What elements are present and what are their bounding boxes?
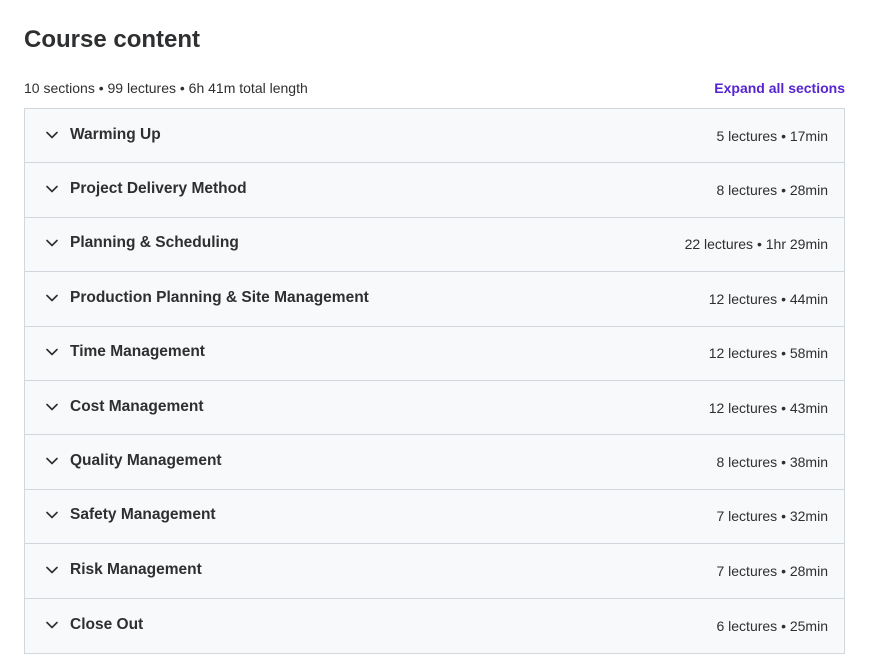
chevron-down-icon bbox=[45, 236, 59, 250]
section-meta: 7 lectures • 28min bbox=[716, 562, 828, 579]
section-row[interactable]: Production Planning & Site Management 12 … bbox=[25, 272, 844, 327]
section-row[interactable]: Risk Management 7 lectures • 28min bbox=[25, 544, 844, 599]
section-row[interactable]: Quality Management 8 lectures • 38min bbox=[25, 435, 844, 490]
section-meta: 5 lectures • 17min bbox=[716, 127, 828, 144]
section-meta: 12 lectures • 58min bbox=[708, 345, 828, 362]
section-title: Cost Management bbox=[70, 397, 204, 415]
course-content-panel: Course content 10 sections • 99 lectures… bbox=[0, 0, 873, 671]
chevron-down-icon bbox=[45, 508, 59, 522]
chevron-down-icon bbox=[45, 454, 59, 468]
section-row[interactable]: Project Delivery Method 8 lectures • 28mi… bbox=[25, 163, 844, 218]
course-summary-bar: 10 sections • 99 lectures • 6h 41m total… bbox=[24, 78, 845, 98]
chevron-down-icon bbox=[45, 345, 59, 359]
section-row[interactable]: Planning & Scheduling 22 lectures • 1hr 2… bbox=[25, 218, 844, 273]
section-title: Safety Management bbox=[70, 506, 216, 524]
chevron-down-icon bbox=[45, 128, 59, 142]
section-meta: 8 lectures • 28min bbox=[716, 182, 828, 199]
section-title: Warming Up bbox=[70, 125, 161, 143]
chevron-down-icon bbox=[45, 400, 59, 414]
section-title: Planning & Scheduling bbox=[70, 234, 239, 252]
section-row[interactable]: Safety Management 7 lectures • 32min bbox=[25, 490, 844, 545]
section-meta: 6 lectures • 25min bbox=[716, 617, 828, 634]
section-meta: 22 lectures • 1hr 29min bbox=[684, 236, 828, 253]
course-summary: 10 sections • 99 lectures • 6h 41m total… bbox=[24, 80, 308, 96]
sections-accordion: Warming Up 5 lectures • 17min Project Deli… bbox=[24, 108, 845, 654]
section-meta: 7 lectures • 32min bbox=[716, 508, 828, 525]
section-title: Project Delivery Method bbox=[70, 180, 247, 198]
section-row[interactable]: Close Out 6 lectures • 25min bbox=[25, 599, 844, 653]
section-title: Risk Management bbox=[70, 560, 202, 578]
chevron-down-icon bbox=[45, 563, 59, 577]
chevron-down-icon bbox=[45, 291, 59, 305]
section-title: Time Management bbox=[70, 343, 205, 361]
section-row[interactable]: Cost Management 12 lectures • 43min bbox=[25, 381, 844, 436]
section-meta: 8 lectures • 38min bbox=[716, 454, 828, 471]
chevron-down-icon bbox=[45, 182, 59, 196]
section-row[interactable]: Time Management 12 lectures • 58min bbox=[25, 327, 844, 381]
section-row[interactable]: Warming Up 5 lectures • 17min bbox=[25, 109, 844, 164]
section-title: Quality Management bbox=[70, 452, 222, 470]
section-meta: 12 lectures • 43min bbox=[708, 399, 828, 416]
chevron-down-icon bbox=[45, 618, 59, 632]
section-meta: 12 lectures • 44min bbox=[708, 290, 828, 307]
section-title: Close Out bbox=[70, 615, 144, 633]
expand-all-sections-button[interactable]: Expand all sections bbox=[714, 80, 845, 96]
section-title: Production Planning & Site Management bbox=[70, 288, 369, 306]
page-title: Course content bbox=[24, 26, 201, 53]
